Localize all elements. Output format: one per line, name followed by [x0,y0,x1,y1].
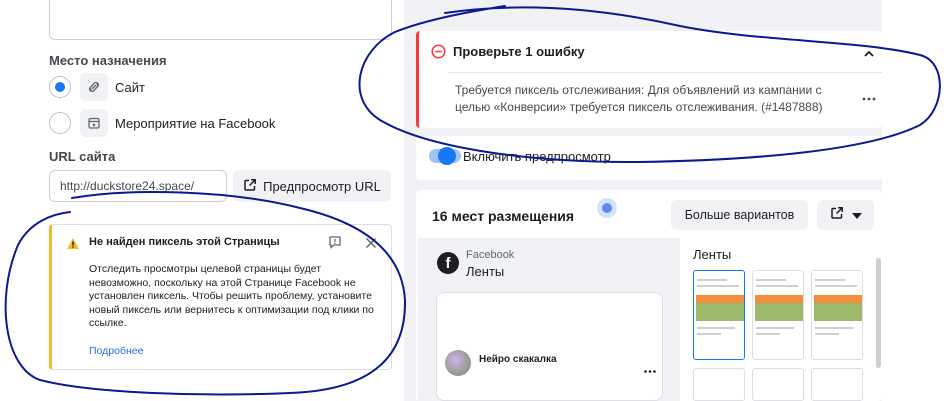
url-value: http://duckstore24.space/ [60,179,195,193]
chevron-up-icon[interactable] [863,46,875,64]
pixel-warning-card: Не найден пиксель этой Страницы Отследит… [49,224,392,370]
facebook-logo-icon: f [437,252,459,274]
url-label: URL сайта [49,149,116,164]
preview-url-button[interactable]: Предпросмотр URL [233,170,391,202]
post-author: Нейро скакалка [479,354,557,365]
link-icon [80,73,108,101]
warning-title: Не найден пиксель этой Страницы [89,236,280,248]
preview-toggle-label: Включить предпросмотр [463,149,611,164]
error-body: Требуется пиксель отслеживания: Для объя… [455,83,823,114]
open-preview-button[interactable] [817,200,874,230]
option-website-label[interactable]: Сайт [115,80,145,95]
warning-icon [66,237,80,255]
focus-dot [602,203,612,213]
placement-thumbnail[interactable] [811,368,863,401]
post-preview-card: Нейро скакалка [436,292,663,401]
preview-toggle-knob[interactable] [438,147,456,165]
more-options-button[interactable]: Больше вариантов [671,200,808,230]
placements-title: 16 мест размещения [432,208,575,224]
platform-label: Facebook [466,249,515,261]
post-more-icon[interactable] [644,360,656,378]
option-facebook-event-label[interactable]: Мероприятие на Facebook [115,116,275,131]
radio-website[interactable] [49,76,71,98]
placement-thumbnail[interactable] [693,368,745,401]
avatar [445,350,471,376]
more-options-icon[interactable] [862,88,876,106]
chevron-down-icon [851,206,862,224]
calendar-star-icon [80,109,108,137]
feed-label: Ленты [466,264,505,279]
preview-url-label: Предпросмотр URL [263,178,381,194]
destination-label: Место назначения [49,53,167,68]
placement-thumbnail[interactable] [693,270,745,360]
error-card: Проверьте 1 ошибку Требуется пиксель отс… [416,31,882,128]
url-input[interactable]: http://duckstore24.space/ [49,170,227,202]
preview-toggle-row: Включить предпросмотр [416,136,882,180]
error-icon [431,44,446,64]
placement-thumbnail[interactable] [752,270,804,360]
placement-thumbnail[interactable] [811,270,863,360]
external-link-icon [243,178,257,195]
error-title: Проверьте 1 ошибку [453,44,585,59]
top-input-field[interactable] [49,0,392,40]
radio-facebook-event[interactable] [49,112,71,134]
error-divider [448,72,882,73]
scrollbar[interactable] [876,258,881,368]
placement-thumbnail[interactable] [752,368,804,401]
external-link-icon [830,206,844,225]
warning-body: Отследить просмотры целевой страницы буд… [89,263,374,329]
feedback-icon[interactable] [328,235,342,254]
right-feed-label: Ленты [693,247,732,262]
learn-more-link[interactable]: Подробнее [89,345,143,357]
close-icon[interactable] [365,236,377,254]
